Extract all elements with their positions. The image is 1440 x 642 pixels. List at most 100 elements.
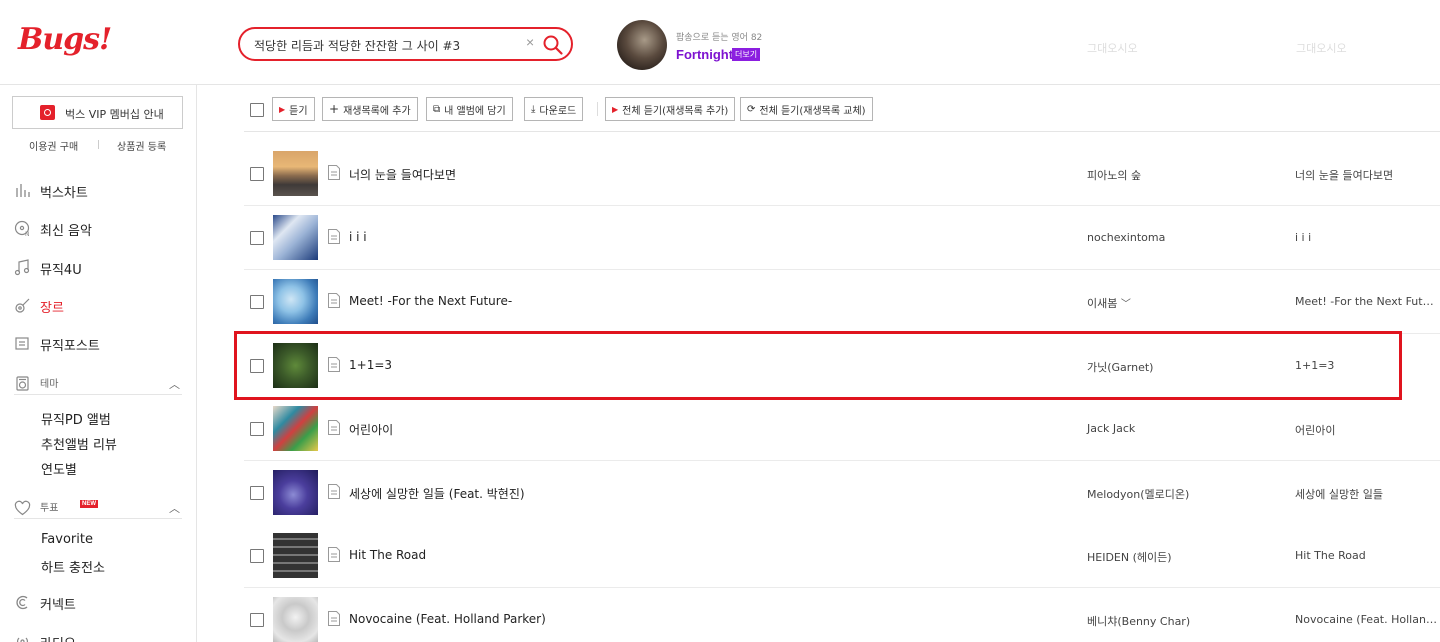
top-header: Bugs! × 팝송으로 듣는 영어 82 Fortnight 더보기 [0, 0, 1440, 85]
lyrics-icon[interactable] [327, 420, 341, 435]
track-album[interactable]: Novocaine (Feat. Holland P... [1295, 613, 1440, 626]
play-icon: ▶ [279, 104, 286, 114]
search-input[interactable] [254, 35, 524, 55]
download-label: 다운로드 [539, 105, 577, 117]
register-coupon-link[interactable]: 상품권 등록 [117, 138, 166, 153]
radio-icon [17, 637, 28, 642]
album-thumbnail[interactable] [273, 343, 318, 388]
select-all-checkbox[interactable] [250, 103, 264, 117]
track-artist[interactable]: 피아노의 숲 [1087, 167, 1141, 183]
track-artist[interactable]: nochexintoma [1087, 231, 1165, 244]
heart-icon [14, 500, 31, 516]
track-album[interactable]: Hit The Road [1295, 549, 1366, 562]
clear-search-icon[interactable]: × [526, 34, 534, 50]
track-artist[interactable]: Melodyon(멜로디온) [1087, 486, 1189, 502]
album-thumbnail[interactable] [273, 597, 318, 642]
vip-membership-button[interactable]: 벅스 VIP 멤버십 안내 [12, 96, 183, 129]
music-note-icon [14, 259, 30, 276]
chevron-up-icon: ︿ [169, 379, 180, 391]
album-thumbnail[interactable] [273, 151, 318, 196]
track-title[interactable]: 어린아이 [349, 421, 393, 438]
sidebar-item-label: 장르 [40, 301, 64, 316]
track-title[interactable]: Hit The Road [349, 548, 426, 562]
vote-section-toggle[interactable]: 투표 NEW ︿ [14, 497, 182, 519]
add-to-playlist-button[interactable]: + 재생목록에 추가 [322, 97, 418, 121]
theme-section-toggle[interactable]: 테마 ︿ [14, 373, 182, 395]
track-row: Hit The Road HEIDEN (헤이든) Hit The Road [244, 524, 1440, 588]
lyrics-icon[interactable] [327, 357, 341, 372]
vip-membership-label: 벅스 VIP 멤버십 안내 [65, 108, 164, 121]
track-album[interactable]: 1+1=3 [1295, 359, 1334, 372]
divider [98, 140, 99, 149]
connect-icon [16, 595, 28, 610]
sidebar-item-album-review[interactable]: 추천앨범 리뷰 [41, 434, 117, 453]
divider [597, 102, 598, 116]
play-all-replace-label: 전체 듣기(재생목록 교체) [759, 105, 866, 117]
album-thumbnail[interactable] [273, 533, 318, 578]
track-artist-dropdown[interactable]: 이새봄 ﹀ [1087, 295, 1131, 311]
track-checkbox[interactable] [250, 359, 264, 373]
lyrics-icon[interactable] [327, 165, 341, 180]
track-title[interactable]: 너의 눈을 들여다보면 [349, 166, 456, 183]
lyrics-icon[interactable] [327, 484, 341, 499]
track-artist[interactable]: HEIDEN (헤이든) [1087, 549, 1172, 565]
album-thumbnail[interactable] [273, 215, 318, 260]
chevron-down-icon: ﹀ [1120, 299, 1131, 310]
track-checkbox[interactable] [250, 231, 264, 245]
sidebar-item-by-year[interactable]: 연도별 [41, 459, 77, 478]
pass-links: 이용권 구매 상품권 등록 [0, 138, 197, 154]
theme-icon [16, 376, 29, 391]
promo-artist-image[interactable] [617, 20, 667, 70]
sidebar-item-label: 벅스차트 [40, 186, 88, 201]
track-checkbox[interactable] [250, 486, 264, 500]
sidebar-item-heart-charge[interactable]: 하트 충전소 [41, 557, 105, 576]
track-album[interactable]: 세상에 실망한 일들 [1295, 486, 1383, 502]
play-button[interactable]: ▶ 듣기 [272, 97, 315, 121]
track-checkbox[interactable] [250, 295, 264, 309]
add-to-my-album-button[interactable]: ⧉ 내 앨범에 담기 [426, 97, 513, 121]
track-checkbox[interactable] [250, 613, 264, 627]
track-artist[interactable]: Jack Jack [1087, 422, 1135, 435]
play-all-add-button[interactable]: ▶ 전체 듣기(재생목록 추가) [605, 97, 736, 121]
svg-text:N: N [25, 231, 30, 237]
promo-subtitle: 팝송으로 듣는 영어 82 [676, 33, 763, 43]
album-thumbnail[interactable] [273, 470, 318, 515]
search-box[interactable]: × [238, 27, 573, 61]
album-thumbnail[interactable] [273, 406, 318, 451]
lyrics-icon[interactable] [327, 547, 341, 562]
bugs-logo[interactable]: Bugs! [18, 22, 112, 57]
track-checkbox[interactable] [250, 549, 264, 563]
track-album[interactable]: Meet! -For the Next Future- [1295, 295, 1440, 308]
sidebar-item-pd-album[interactable]: 뮤직PD 앨범 [41, 409, 111, 428]
track-checkbox[interactable] [250, 422, 264, 436]
track-artist[interactable]: 베니챠(Benny Char) [1087, 613, 1190, 629]
track-checkbox[interactable] [250, 167, 264, 181]
lyrics-icon[interactable] [327, 293, 341, 308]
track-album[interactable]: i i i [1295, 231, 1311, 244]
track-row: 너의 눈을 들여다보면 피아노의 숲 너의 눈을 들여다보면 [244, 142, 1440, 206]
track-title[interactable]: 1+1=3 [349, 358, 392, 372]
track-artist[interactable]: 가닛(Garnet) [1087, 359, 1153, 375]
track-title[interactable]: Novocaine (Feat. Holland Parker) [349, 612, 546, 626]
album-thumbnail[interactable] [273, 279, 318, 324]
sidebar-item-favorite[interactable]: Favorite [41, 532, 93, 547]
track-title[interactable]: 세상에 실망한 일들 (Feat. 박현진) [349, 485, 525, 502]
new-badge: NEW [80, 500, 98, 508]
track-album[interactable]: 너의 눈을 들여다보면 [1295, 167, 1393, 183]
sidebar: 벅스 VIP 멤버십 안내 이용권 구매 상품권 등록 벅스차트 N 최신 음악… [0, 85, 197, 642]
track-row: i i i nochexintoma i i i [244, 206, 1440, 270]
guitar-icon [15, 298, 30, 313]
download-button[interactable]: ⤓ 다운로드 [524, 97, 584, 121]
lyrics-icon[interactable] [327, 229, 341, 244]
promo-more-badge[interactable]: 더보기 [732, 48, 761, 61]
search-icon[interactable] [542, 34, 564, 56]
promo-title[interactable]: Fortnight [676, 47, 733, 62]
track-title[interactable]: Meet! -For the Next Future- [349, 294, 512, 308]
play-all-replace-button[interactable]: ⟳ 전체 듣기(재생목록 교체) [740, 97, 873, 121]
lyrics-icon[interactable] [327, 611, 341, 626]
track-title[interactable]: i i i [349, 230, 367, 244]
buy-pass-link[interactable]: 이용권 구매 [29, 138, 78, 153]
chevron-up-icon: ︿ [169, 503, 180, 515]
track-album[interactable]: 어린아이 [1295, 422, 1335, 438]
track-row: 어린아이 Jack Jack 어린아이 [244, 397, 1440, 461]
